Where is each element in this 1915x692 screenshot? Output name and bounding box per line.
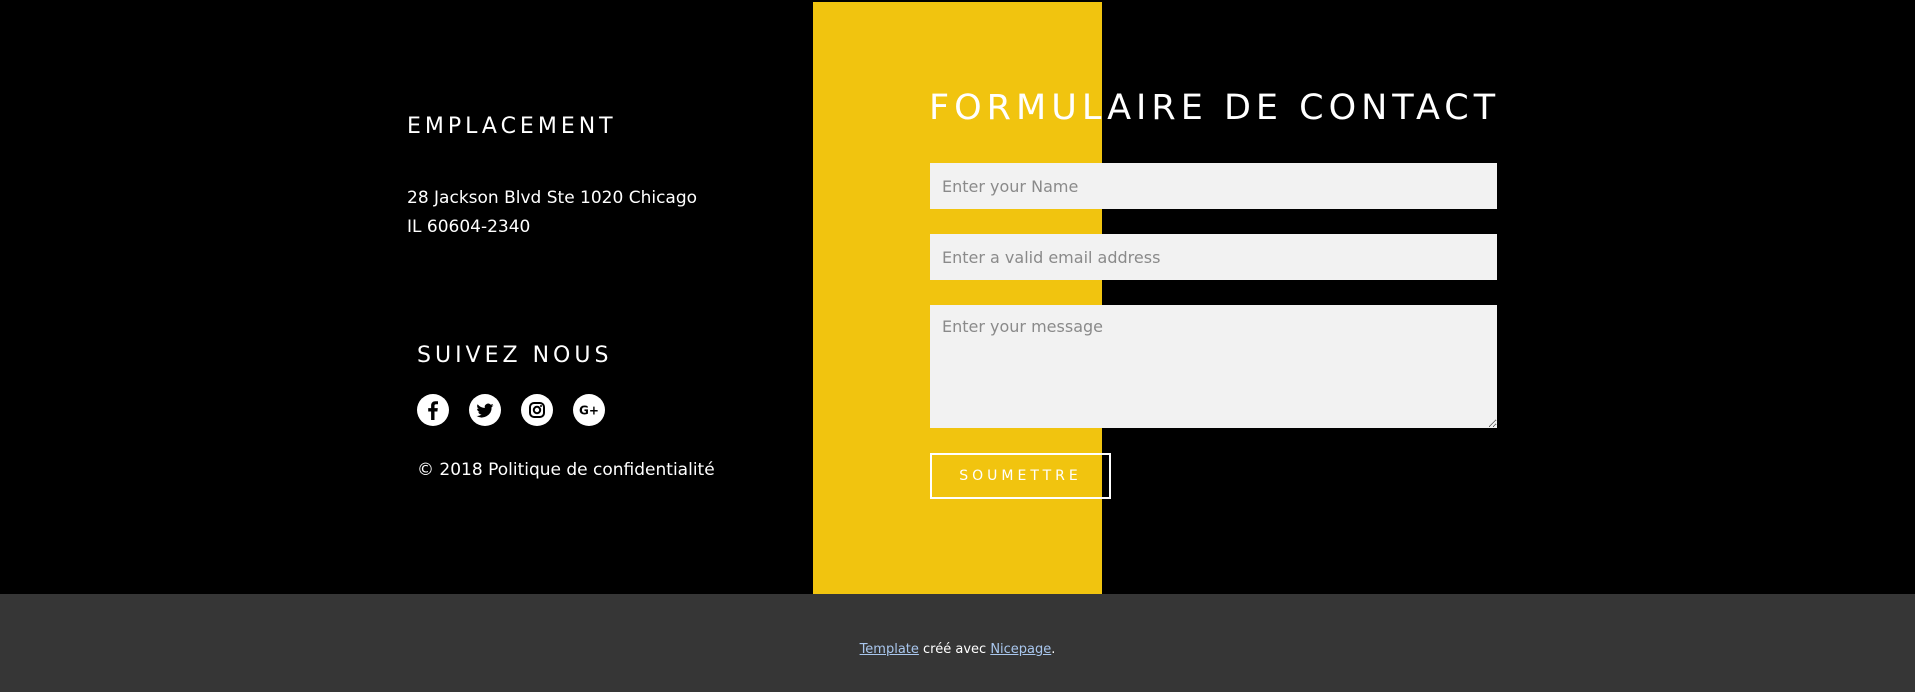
nicepage-link[interactable]: Nicepage bbox=[990, 642, 1051, 657]
address-line-2: IL 60604-2340 bbox=[407, 217, 531, 237]
footer-end-text: . bbox=[1051, 642, 1056, 657]
address: 28 Jackson Blvd Ste 1020 Chicago IL 6060… bbox=[407, 184, 697, 242]
email-input[interactable] bbox=[930, 234, 1497, 280]
address-line-1: 28 Jackson Blvd Ste 1020 Chicago bbox=[407, 188, 698, 208]
twitter-icon[interactable] bbox=[469, 394, 501, 426]
google-plus-icon[interactable]: G+ bbox=[573, 394, 605, 426]
template-link[interactable]: Template bbox=[860, 642, 919, 657]
follow-us-heading: SUIVEZ NOUS bbox=[417, 343, 613, 368]
location-heading: EMPLACEMENT bbox=[407, 114, 617, 139]
social-icons: G+ bbox=[417, 394, 605, 426]
main-section: EMPLACEMENT 28 Jackson Blvd Ste 1020 Chi… bbox=[0, 0, 1915, 594]
message-textarea[interactable] bbox=[930, 305, 1497, 428]
submit-button[interactable]: SOUMETTRE bbox=[930, 453, 1111, 499]
facebook-icon[interactable] bbox=[417, 394, 449, 426]
svg-text:G+: G+ bbox=[579, 404, 599, 418]
instagram-icon[interactable] bbox=[521, 394, 553, 426]
name-input[interactable] bbox=[930, 163, 1497, 209]
copyright-text: © 2018 Politique de confidentialité bbox=[417, 460, 715, 480]
footer-credit: Template créé avec Nicepage. bbox=[0, 642, 1915, 657]
footer: Template créé avec Nicepage. bbox=[0, 594, 1915, 692]
footer-middle-text: créé avec bbox=[918, 642, 991, 657]
contact-form-heading: FORMULAIRE DE CONTACT bbox=[929, 88, 1501, 128]
